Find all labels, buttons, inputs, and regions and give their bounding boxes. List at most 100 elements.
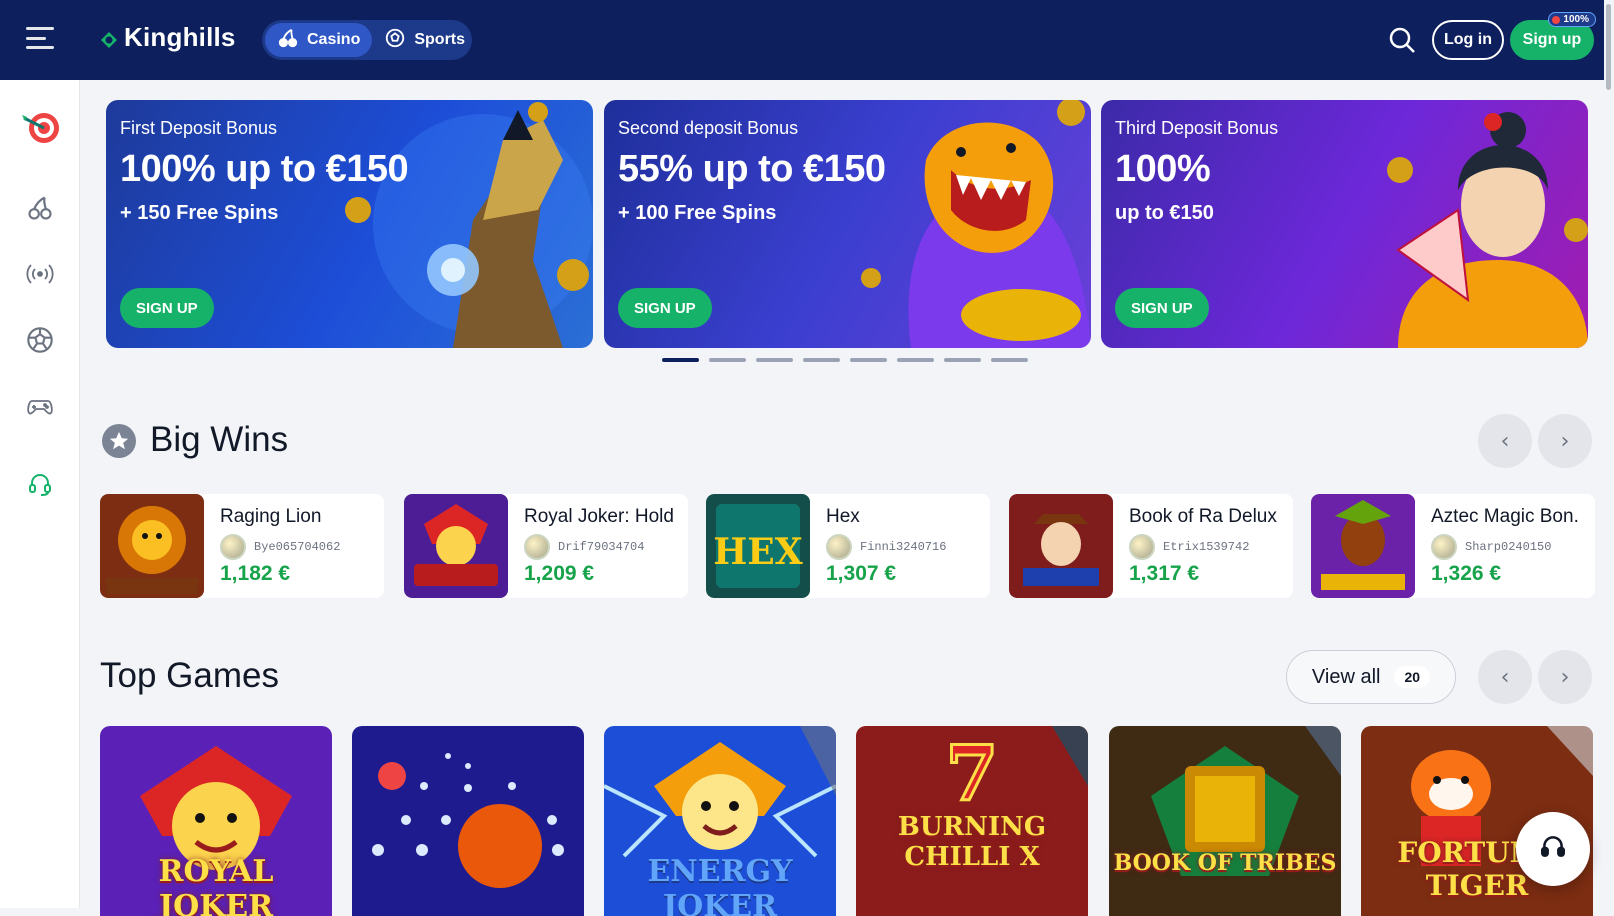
sidebar-item-sports[interactable] [20,322,60,362]
game-title: ROYAL JOKER [158,854,274,916]
promo-banner-first-deposit[interactable]: First Deposit Bonus 100% up to €150 + 15… [106,100,593,348]
promo-artwork [1387,112,1588,348]
big-win-card[interactable]: Aztec Magic Bon. Sharp0240150 1,326 € [1311,494,1595,598]
banner-eyebrow: First Deposit Bonus [120,118,278,138]
sidebar [0,80,80,908]
win-game-name: Raging Lion [220,506,322,527]
banner-signup-button[interactable]: SIGN UP [120,288,214,328]
promo-artwork [861,100,1091,348]
tab-sports[interactable]: Sports [372,23,477,57]
signup-badge: 100% [1548,12,1596,27]
cherries-icon [277,27,299,54]
banner-eyebrow: Second deposit Bonus [618,118,799,138]
game-artwork [1109,726,1341,916]
page-scrollbar[interactable] [1604,0,1614,908]
view-all-button[interactable]: View all 20 [1286,650,1456,704]
big-win-card[interactable]: Raging Lion Bye065704062 1,182 € [100,494,384,598]
big-win-card[interactable]: Book of Ra Delux Etrix1539742 1,317 € [1009,494,1293,598]
win-user: Etrix1539742 [1129,534,1249,560]
login-button[interactable]: Log in [1432,20,1504,60]
banner-headline: 100% up to €150 [120,148,409,190]
tab-casino[interactable]: Casino [265,23,373,57]
win-username: Sharp0240150 [1465,540,1552,554]
win-game-name: Aztec Magic Bon. [1431,506,1579,527]
big-wins-prev-button[interactable]: ‹ [1478,414,1532,468]
win-user: Drif79034704 [524,534,644,560]
win-amount: 1,326 € [1431,562,1502,585]
scrollbar-thumb[interactable] [1606,4,1611,90]
win-username: Drif79034704 [558,540,645,554]
win-username: Finni3240716 [860,540,947,554]
signup-label: Sign up [1522,31,1582,48]
target-promo-icon [20,108,60,152]
big-wins-title: Big Wins [150,420,289,459]
top-games-next-button[interactable]: › [1538,650,1592,704]
big-win-card[interactable]: Royal Joker: Hold Drif79034704 1,209 € [404,494,688,598]
soccer-ball-icon [26,326,54,358]
sidebar-item-promotions[interactable] [20,110,60,150]
game-tile[interactable]: ROYAL JOKER [100,726,332,916]
win-username: Bye065704062 [254,540,341,554]
tab-casino-label: Casino [307,31,361,48]
chevron-left-icon: ‹ [1500,428,1510,454]
banner-headline: 55% up to €150 [618,148,886,190]
logo-icon [98,27,120,49]
view-all-label: View all [1311,665,1381,688]
win-amount: 1,317 € [1129,562,1200,585]
headset-support-icon [26,470,54,502]
game-tile[interactable] [352,726,584,916]
cherries-icon [26,194,54,226]
carousel-dot[interactable] [944,358,981,362]
chevron-right-icon: › [1560,664,1570,690]
avatar [1431,534,1457,560]
product-switch: Casino Sports [262,20,472,60]
win-game-name: Royal Joker: Hold [524,506,674,527]
banner-subline: + 150 Free Spins [120,202,279,224]
avatar [1129,534,1155,560]
top-games-prev-button[interactable]: ‹ [1478,650,1532,704]
banner-subline: up to €150 [1115,202,1214,224]
carousel-dot[interactable] [991,358,1028,362]
win-game-name: Book of Ra Delux [1129,506,1277,527]
carousel-dot[interactable] [756,358,793,362]
carousel-dot[interactable] [803,358,840,362]
sidebar-item-games[interactable] [20,388,60,428]
sidebar-item-casino[interactable] [20,190,60,230]
banner-signup-button[interactable]: SIGN UP [1115,288,1209,328]
chevron-right-icon: › [1560,428,1570,454]
menu-icon[interactable] [26,27,54,49]
big-wins-next-button[interactable]: › [1538,414,1592,468]
promo-banner-second-deposit[interactable]: Second deposit Bonus 55% up to €150 + 10… [604,100,1091,348]
top-games-title: Top Games [100,656,279,695]
game-tile[interactable]: 7 BURNING CHILLI X [856,726,1088,916]
carousel-dot[interactable] [897,358,934,362]
soccer-ball-icon [384,27,406,54]
game-title: BURNING CHILLI X [897,812,1047,872]
win-user: Bye065704062 [220,534,340,560]
support-chat-button[interactable] [1516,812,1590,886]
logo[interactable]: Kinghills [98,22,236,53]
avatar [826,534,852,560]
signup-button[interactable]: Sign up 100% [1510,12,1596,60]
win-amount: 1,182 € [220,562,291,585]
promo-banner-third-deposit[interactable]: Third Deposit Bonus 100% up to €150 SIGN… [1101,100,1588,348]
avatar [220,534,246,560]
game-tile[interactable]: ENERGY JOKER [604,726,836,916]
view-all-count: 20 [1394,666,1431,688]
game-thumbnail: HEX [706,494,810,598]
big-win-card[interactable]: HEX Hex Finni3240716 1,307 € [706,494,990,598]
star-icon [102,424,136,458]
carousel-dot[interactable] [709,358,746,362]
banner-signup-button[interactable]: SIGN UP [618,288,712,328]
svg-text:7: 7 [946,729,999,818]
gamepad-icon [26,392,54,424]
game-title: BOOK OF TRIBES [1113,850,1337,876]
game-artwork [352,726,584,916]
carousel-dot[interactable] [662,358,699,362]
carousel-dot[interactable] [850,358,887,362]
game-tile[interactable]: BOOK OF TRIBES [1109,726,1341,916]
sidebar-item-support[interactable] [20,466,60,506]
sidebar-item-live[interactable] [20,256,60,296]
search-icon[interactable] [1388,26,1416,54]
carousel-pagination [662,358,1028,362]
